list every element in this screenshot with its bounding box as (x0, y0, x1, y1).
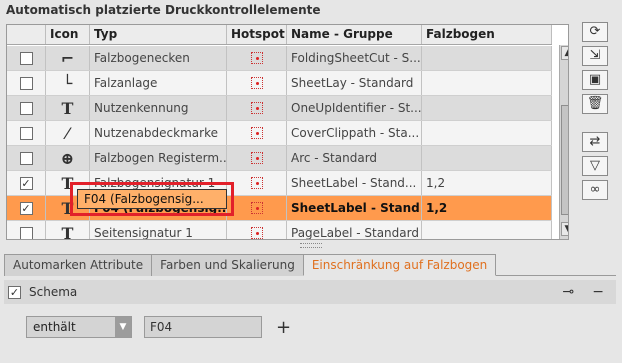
row-name-gruppe: FoldingSheetCut - S... (291, 51, 421, 65)
operator-value: enthält (33, 320, 76, 334)
hotspot-icon (250, 152, 263, 164)
operator-select[interactable]: enthält ▼ (26, 316, 132, 338)
hotspot-icon (250, 202, 263, 214)
link-icon[interactable]: ∞ (582, 180, 608, 200)
row-checkbox[interactable] (19, 101, 33, 115)
text-icon: T (61, 98, 74, 118)
hotspot-icon (250, 127, 263, 139)
delete-icon[interactable]: 🗑 (582, 94, 608, 114)
refresh-icon[interactable]: ⟳ (582, 22, 608, 42)
typ-edit-input[interactable]: F04 (Falzbogensig... (77, 189, 227, 209)
row-name-gruppe: SheetLay - Standard (291, 76, 414, 90)
chevron-down-icon[interactable]: ▼ (115, 317, 131, 337)
header-check[interactable] (7, 25, 46, 44)
filter-row: enthält ▼ F04 + (26, 316, 291, 338)
import-icon[interactable]: ⇲ (582, 46, 608, 66)
hotspot-icon (250, 177, 263, 189)
row-checkbox[interactable] (19, 126, 33, 140)
table-row[interactable]: T Nutzenkennung OneUpIdentifier - St... (7, 96, 552, 121)
schema-label: Schema (29, 285, 78, 299)
hotspot-icon (250, 227, 263, 239)
row-checkbox[interactable]: ✓ (19, 176, 33, 190)
header-typ[interactable]: Typ (90, 25, 227, 44)
lay-icon: └ (62, 73, 73, 93)
panel-title: Automatisch platzierte Druckkontrollelem… (6, 3, 321, 17)
row-checkbox[interactable] (19, 151, 33, 165)
table-row[interactable]: ⊕ Falzbogen Registerm... Arc - Standard (7, 146, 552, 171)
crosshair-icon: ⊕ (60, 148, 75, 168)
add-condition-button[interactable]: + (276, 317, 291, 338)
magic-wand-icon: ⁄ (66, 123, 69, 143)
tab-automarken-attribute[interactable]: Automarken Attribute (4, 254, 153, 276)
tab-farben-skalierung[interactable]: Farben und Skalierung (151, 254, 304, 276)
scroll-up-button[interactable]: ▲ (561, 46, 568, 60)
header-name-gruppe[interactable]: Name - Gruppe (287, 25, 422, 44)
row-name-gruppe: SheetLabel - Stand... (291, 176, 417, 190)
row-typ: Falzbogenecken (94, 51, 190, 65)
row-falzbogen: 1,2 (426, 201, 448, 215)
row-typ: Falzanlage (94, 76, 158, 90)
export-icon[interactable]: ▣ (582, 70, 608, 90)
header-falzbogen[interactable]: Falzbogen (422, 25, 552, 44)
scroll-thumb[interactable] (561, 105, 568, 215)
row-checkbox[interactable] (19, 76, 33, 90)
filter-icon[interactable]: ▽ (582, 156, 608, 176)
row-typ: Falzbogen Registerm... (94, 151, 227, 165)
text-icon: T (61, 223, 74, 240)
schema-checkbox[interactable]: ✓ (8, 285, 21, 299)
header-hotspot[interactable]: Hotspot (227, 25, 287, 44)
row-typ: Nutzenkennung (94, 101, 189, 115)
scroll-down-button[interactable]: ▼ (561, 222, 568, 236)
row-typ: Seitensignatur 1 (94, 226, 193, 240)
row-checkbox[interactable]: ✓ (19, 201, 33, 215)
swap-icon[interactable]: ⇄ (582, 132, 608, 152)
row-checkbox[interactable] (19, 226, 33, 239)
table-row[interactable]: ⁄ Nutzenabdeckmarke CoverClippath - Sta... (7, 121, 552, 146)
vertical-scrollbar[interactable]: ▲ ▼ (559, 45, 568, 239)
row-checkbox[interactable] (19, 51, 33, 65)
row-typ: Nutzenabdeckmarke (94, 126, 218, 140)
row-name-gruppe: PageLabel - Standard (291, 226, 419, 240)
schema-header: ✓ Schema ⊸ − (4, 280, 616, 304)
filter-value-input[interactable]: F04 (144, 316, 262, 338)
table-row[interactable]: └ Falzanlage SheetLay - Standard (7, 71, 552, 96)
table-row[interactable]: ⌐ Falzbogenecken FoldingSheetCut - S... (7, 46, 552, 71)
row-name-gruppe: Arc - Standard (291, 151, 378, 165)
row-name-gruppe: OneUpIdentifier - St... (291, 101, 422, 115)
tab-einschraenkung-falzbogen[interactable]: Einschränkung auf Falzbogen (302, 254, 497, 276)
right-toolbar: ⟳ ⇲ ▣ 🗑 ⇄ ▽ ∞ (582, 22, 610, 204)
row-falzbogen: 1,2 (426, 176, 446, 190)
hotspot-icon (250, 102, 263, 114)
row-name-gruppe: CoverClippath - Sta... (291, 126, 420, 140)
header-icon[interactable]: Icon (46, 25, 90, 44)
collapse-icon[interactable]: ⊸ (563, 284, 575, 300)
highlighted-edit-cell: F04 (Falzbogensig... (70, 182, 234, 216)
corner-icon: ⌐ (60, 48, 75, 68)
hotspot-icon (250, 52, 263, 64)
table-row[interactable]: T Seitensignatur 1 PageLabel - Standard (7, 221, 552, 240)
row-name-gruppe: SheetLabel - Stand... (291, 201, 422, 215)
table-header: Icon Typ Hotspot Name - Gruppe Falzbogen (7, 25, 552, 45)
remove-icon[interactable]: − (592, 284, 604, 300)
splitter-handle[interactable] (300, 243, 322, 248)
tab-bar: Automarken Attribute Farben und Skalieru… (4, 254, 616, 276)
hotspot-icon (250, 77, 263, 89)
